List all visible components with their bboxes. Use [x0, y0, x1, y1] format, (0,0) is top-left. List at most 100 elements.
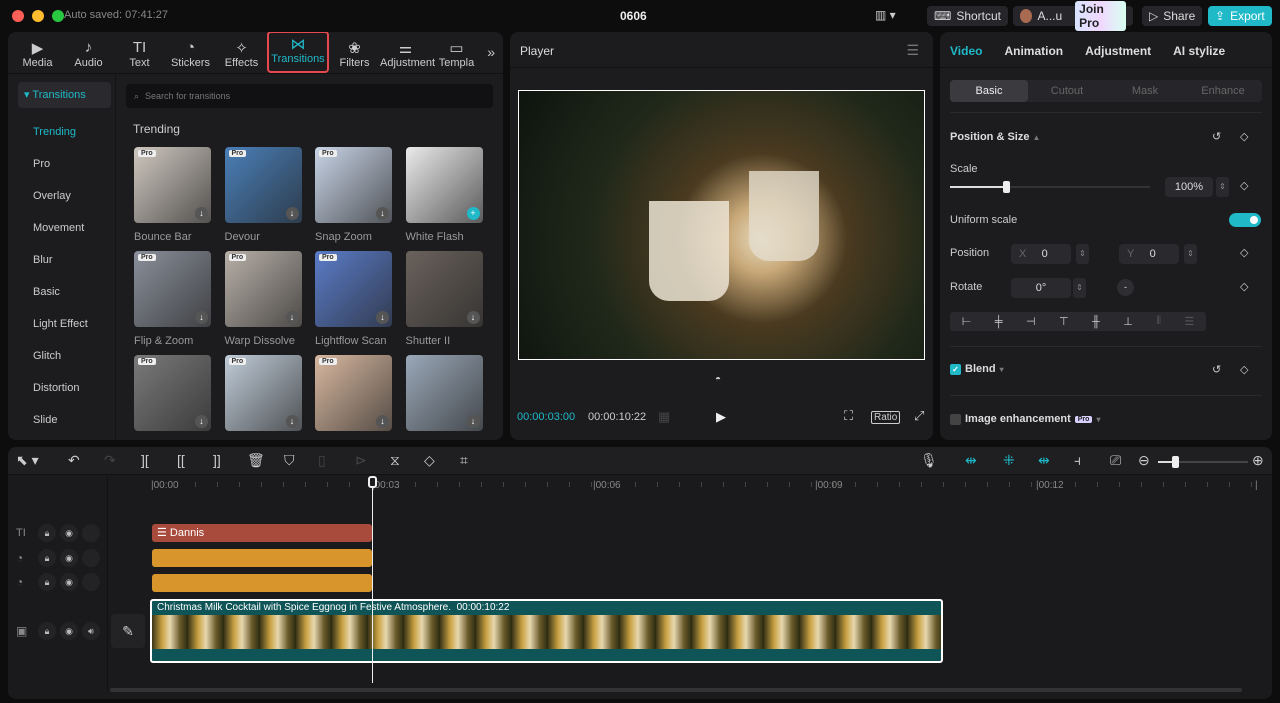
inspector-tab-adjustment[interactable]: Adjustment [1085, 44, 1151, 58]
sidebar-item-light-effect[interactable]: Light Effect [8, 308, 115, 340]
subtab-mask[interactable]: Mask [1106, 80, 1184, 102]
zoom-in-icon[interactable]: ⊕ [1252, 452, 1264, 469]
waveform-icon[interactable]: ▦ [658, 409, 670, 425]
download-icon[interactable]: ↓ [376, 311, 389, 324]
eye-icon[interactable]: ◉ [60, 524, 78, 542]
image-enhancement-checkbox[interactable] [950, 413, 961, 425]
download-icon[interactable]: ↓ [195, 311, 208, 324]
effect-clip[interactable] [152, 549, 372, 567]
keyframe-icon[interactable]: ◇ [1240, 363, 1248, 376]
transition-card[interactable]: + White Flash [405, 147, 483, 243]
download-icon[interactable]: ↓ [285, 207, 299, 220]
linkage-icon[interactable]: ⇹ [1038, 452, 1050, 469]
minimize-window-button[interactable] [32, 10, 44, 22]
tab-filters[interactable]: ❀ Filters [329, 39, 380, 73]
main-track-magnet-icon[interactable]: ⇹ [965, 452, 977, 469]
download-icon[interactable]: ↓ [195, 415, 208, 428]
align-right-icon[interactable]: ⊣ [1026, 315, 1036, 328]
transition-thumbnail[interactable]: Pro ↓ [315, 355, 392, 431]
transition-card[interactable]: Pro ↓ Devour [224, 147, 302, 243]
transition-thumbnail[interactable]: Pro ↓ [134, 251, 211, 327]
maximize-window-button[interactable] [52, 10, 64, 22]
split-left-icon[interactable]: [[ [177, 452, 185, 468]
scale-slider-thumb[interactable] [1003, 181, 1010, 193]
rotate-input[interactable]: 0° [1011, 278, 1071, 298]
lock-icon[interactable]: 🔒︎ [38, 573, 56, 591]
position-y-stepper[interactable]: ⇕ [1184, 244, 1197, 264]
transition-thumbnail[interactable]: Pro ↓ [224, 147, 302, 223]
delete-icon[interactable]: 🗑︎ [247, 452, 265, 469]
image-enhancement-header[interactable]: Image enhancement Pro ▾ [950, 413, 1100, 425]
auto-snap-icon[interactable]: ⁜ [1003, 452, 1015, 469]
transition-card[interactable]: Pro ↓ [224, 355, 302, 431]
transition-thumbnail[interactable]: Pro ↓ [315, 251, 392, 327]
play-button[interactable]: ▶ [716, 409, 726, 425]
scale-stepper[interactable]: ⇕ [1216, 177, 1229, 197]
crop-handle-icon[interactable]: ◓ [715, 374, 721, 385]
uniform-scale-toggle[interactable] [1229, 213, 1261, 227]
download-icon[interactable]: ↓ [285, 415, 299, 428]
preview-axis-icon[interactable]: ⎚ [1110, 452, 1121, 469]
transition-card[interactable]: ↓ [405, 355, 483, 431]
playhead-handle[interactable] [368, 476, 377, 488]
distribute-h-icon[interactable]: ⫴ [1156, 315, 1161, 328]
add-icon[interactable]: + [466, 207, 480, 220]
tab-effects[interactable]: ✧ Effects [216, 39, 267, 73]
download-icon[interactable]: ↓ [376, 415, 389, 428]
timeline-scrollbar[interactable] [110, 688, 1242, 692]
sidebar-item-slide[interactable]: Slide [8, 404, 115, 436]
eye-icon[interactable]: ◉ [60, 549, 78, 567]
more-tabs-icon[interactable]: » [487, 44, 495, 60]
transition-thumbnail[interactable]: Pro ↓ [134, 147, 211, 223]
transition-thumbnail[interactable]: ↓ [405, 251, 483, 327]
ratio-button[interactable]: Ratio [871, 411, 901, 424]
layout-icon[interactable]: ▥ ▾ [875, 8, 896, 22]
sidebar-item-pro[interactable]: Pro [8, 148, 115, 180]
align-center-v-icon[interactable]: ╫ [1092, 316, 1100, 328]
menu-icon[interactable]: ☰ [906, 42, 919, 59]
download-icon[interactable]: ↓ [285, 311, 299, 324]
split-icon[interactable]: ][ [141, 452, 149, 468]
sidebar-item-distortion[interactable]: Distortion [8, 372, 115, 404]
reset-icon[interactable]: ↺ [1212, 130, 1221, 143]
shortcut-button[interactable]: ⌨ Shortcut [927, 6, 1009, 26]
align-bottom-icon[interactable]: ⊥ [1123, 315, 1133, 328]
transition-card[interactable]: ↓ Shutter II [405, 251, 483, 347]
text-clip[interactable]: ☰ Dannis [152, 524, 372, 542]
transition-card[interactable]: Pro ↓ [315, 355, 392, 431]
tab-adjustment[interactable]: ⚌ Adjustment [380, 39, 435, 73]
rotate-dial[interactable]: - [1117, 279, 1134, 296]
position-x-stepper[interactable]: ⇕ [1076, 244, 1089, 264]
crop-icon[interactable]: ⌗ [460, 452, 468, 469]
video-clip[interactable]: Christmas Milk Cocktail with Spice Eggno… [150, 599, 943, 663]
lock-icon[interactable]: 🔒︎ [38, 524, 56, 542]
blend-checkbox[interactable]: ✓ [950, 363, 961, 375]
eye-icon[interactable]: ◉ [60, 622, 78, 640]
sidebar-item-overlay[interactable]: Overlay [8, 180, 115, 212]
inspector-tab-video[interactable]: Video [950, 44, 982, 58]
inspector-tab-animation[interactable]: Animation [1004, 44, 1063, 58]
sidebar-item-blur[interactable]: Blur [8, 244, 115, 276]
tab-stickers[interactable]: ◔ Stickers [165, 39, 216, 73]
keyframe-icon[interactable]: ◇ [1240, 179, 1248, 192]
search-input[interactable]: ⌕ Search for transitions [126, 84, 493, 108]
transition-thumbnail[interactable]: + [405, 147, 483, 223]
transition-card[interactable]: Pro ↓ Warp Dissolve [224, 251, 302, 347]
rotate-stepper[interactable]: ⇕ [1073, 278, 1086, 298]
scale-input[interactable]: 100% [1165, 177, 1213, 197]
lock-icon[interactable]: 🔒︎ [38, 549, 56, 567]
eye-icon[interactable]: ◉ [60, 573, 78, 591]
subtab-enhance[interactable]: Enhance [1184, 80, 1262, 102]
edit-cover-button[interactable]: ✎ [111, 614, 145, 648]
marker-icon[interactable]: ⛉ [284, 452, 295, 469]
align-center-h-icon[interactable]: ╪ [995, 316, 1003, 328]
transition-thumbnail[interactable]: Pro ↓ [224, 251, 302, 327]
transition-card[interactable]: Pro ↓ Flip & Zoom [134, 251, 211, 347]
subtab-basic[interactable]: Basic [950, 80, 1028, 102]
transition-card[interactable]: Pro ↓ Snap Zoom [315, 147, 392, 243]
redo-icon[interactable]: ↷ [104, 452, 116, 469]
close-window-button[interactable] [12, 10, 24, 22]
transition-card[interactable]: Pro ↓ Bounce Bar [134, 147, 211, 243]
zoom-fit-icon[interactable]: ⛶ [844, 408, 853, 424]
tab-transitions[interactable]: ⋈ Transitions [267, 32, 329, 73]
